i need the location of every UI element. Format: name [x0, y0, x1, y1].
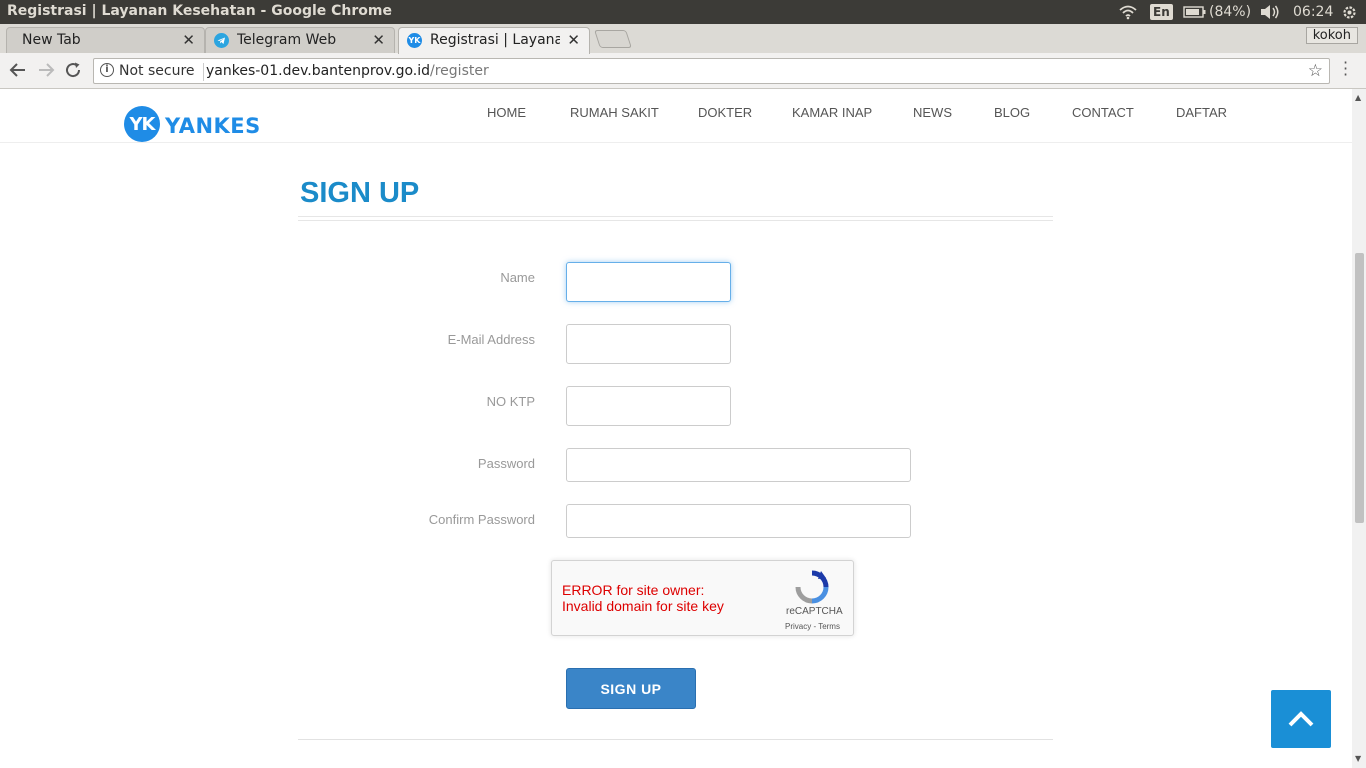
confirm-password-input[interactable]: [566, 504, 911, 538]
keyboard-layout-indicator[interactable]: En: [1150, 0, 1173, 24]
lang-label: En: [1150, 4, 1173, 20]
nav-daftar[interactable]: DAFTAR: [1176, 105, 1227, 120]
window-title: Registrasi | Layanan Kesehatan - Google …: [7, 3, 392, 19]
page-scrollbar[interactable]: ▲ ▼: [1352, 89, 1366, 768]
forward-arrow-icon[interactable]: [37, 61, 55, 84]
name-input[interactable]: [566, 262, 731, 302]
page-title: SIGN UP: [300, 177, 420, 209]
name-label: Name: [500, 270, 535, 285]
close-tab-icon[interactable]: ✕: [372, 31, 385, 49]
nav-news[interactable]: NEWS: [913, 105, 952, 120]
url-host: yankes-01.dev.bantenprov.go.id: [206, 63, 431, 79]
nav-dokter[interactable]: DOKTER: [698, 105, 752, 120]
site-header: YK YANKES HOME RUMAH SAKIT DOKTER KAMAR …: [0, 89, 1352, 143]
divider: [203, 63, 204, 81]
system-title-bar: Registrasi | Layanan Kesehatan - Google …: [0, 0, 1366, 24]
tab-label: Telegram Web: [237, 32, 337, 48]
nav-blog[interactable]: BLOG: [994, 105, 1030, 120]
recaptcha-logo-icon: [795, 570, 829, 604]
reload-icon[interactable]: [64, 61, 82, 84]
recaptcha-error-line1: ERROR for site owner:: [562, 582, 705, 598]
password-input[interactable]: [566, 448, 911, 482]
scroll-down-arrow-icon[interactable]: ▼: [1355, 754, 1361, 763]
nav-rumah-sakit[interactable]: RUMAH SAKIT: [570, 105, 659, 120]
battery-icon[interactable]: [1183, 0, 1207, 24]
recaptcha-brand: reCAPTCHA: [786, 606, 843, 617]
nav-home[interactable]: HOME: [487, 105, 526, 120]
scroll-thumb[interactable]: [1355, 253, 1364, 523]
back-to-top-button[interactable]: [1271, 690, 1331, 748]
back-arrow-icon[interactable]: [9, 61, 27, 84]
nav-contact[interactable]: CONTACT: [1072, 105, 1134, 120]
email-label: E-Mail Address: [447, 332, 535, 347]
recaptcha-widget[interactable]: ERROR for site owner: Invalid domain for…: [551, 560, 854, 636]
url-text[interactable]: yankes-01.dev.bantenprov.go.id/register: [206, 63, 489, 79]
url-path: /register: [430, 63, 489, 79]
tab-telegram[interactable]: Telegram Web ✕: [205, 27, 395, 53]
profile-button[interactable]: kokoh: [1305, 27, 1358, 44]
close-tab-icon[interactable]: ✕: [182, 31, 195, 49]
settings-gear-icon[interactable]: [1341, 0, 1358, 24]
tab-new-tab[interactable]: New Tab ✕: [6, 27, 205, 53]
yankes-favicon-icon: YK: [407, 33, 422, 48]
sign-up-button[interactable]: SIGN UP: [566, 668, 696, 709]
chevron-up-icon: [1288, 711, 1314, 727]
security-label[interactable]: Not secure: [119, 63, 195, 79]
clock[interactable]: 06:24: [1293, 0, 1333, 24]
logo-mark[interactable]: YK: [124, 106, 160, 142]
form-bottom-divider: [298, 739, 1053, 740]
recaptcha-privacy-terms[interactable]: Privacy - Terms: [785, 622, 840, 631]
battery-percent: (84%): [1209, 4, 1252, 20]
password-label: Password: [477, 456, 535, 471]
close-tab-icon[interactable]: ✕: [567, 31, 580, 49]
telegram-icon: [214, 33, 229, 48]
volume-icon[interactable]: [1259, 0, 1281, 24]
tab-registrasi[interactable]: YK Registrasi | Layanan Kesehatan ✕: [398, 27, 590, 54]
title-divider: [298, 216, 1053, 221]
page-viewport: YK YANKES HOME RUMAH SAKIT DOKTER KAMAR …: [0, 89, 1352, 768]
ktp-label: NO KTP: [486, 394, 535, 409]
chrome-menu-icon[interactable]: · · ·: [1343, 55, 1348, 83]
tab-label: New Tab: [22, 32, 81, 48]
nav-kamar-inap[interactable]: KAMAR INAP: [792, 105, 872, 120]
tab-strip: New Tab ✕ Telegram Web ✕ YK Registrasi |…: [0, 24, 1366, 54]
ktp-input[interactable]: [566, 386, 731, 426]
new-tab-button[interactable]: [594, 30, 632, 48]
info-icon[interactable]: i: [100, 63, 114, 77]
address-bar[interactable]: i Not secure yankes-01.dev.bantenprov.go…: [93, 58, 1330, 84]
confirm-password-label: Confirm Password: [428, 512, 535, 527]
logo-text[interactable]: YANKES: [165, 114, 261, 138]
email-input[interactable]: [566, 324, 731, 364]
tab-label: Registrasi | Layanan Kesehatan: [430, 32, 560, 48]
scroll-up-arrow-icon[interactable]: ▲: [1355, 93, 1361, 102]
bookmark-star-icon[interactable]: ☆: [1308, 61, 1323, 81]
recaptcha-error-line2: Invalid domain for site key: [562, 598, 724, 614]
wifi-icon[interactable]: [1118, 0, 1138, 24]
